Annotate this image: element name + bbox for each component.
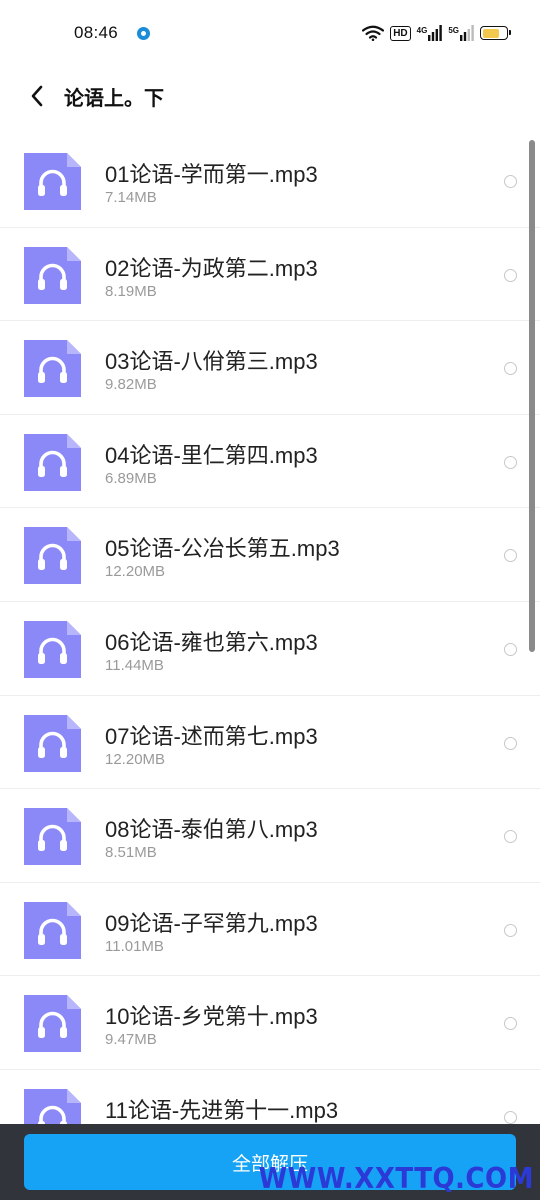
signal-4g-icon: 4G [417, 25, 443, 41]
file-list-item[interactable]: 10论语-乡党第十.mp3 9.47MB [0, 976, 540, 1070]
file-size: 8.19MB [105, 282, 157, 300]
hd-voice-icon: HD [390, 25, 411, 41]
file-size: 7.14MB [105, 189, 157, 206]
headphones-icon [24, 527, 81, 585]
chevron-left-icon [31, 85, 43, 107]
file-name: 02论语-为政第二.mp3 [105, 255, 318, 281]
file-list-item[interactable]: 08论语-泰伯第八.mp3 8.51MB [0, 789, 540, 883]
file-list-item[interactable]: 05论语-公冶长第五.mp3 12.20MB [0, 508, 540, 602]
header: 论语上。下 [0, 66, 540, 126]
file-name: 08论语-泰伯第八.mp3 [105, 817, 318, 843]
file-name: 09论语-子罕第九.mp3 [105, 910, 318, 936]
scrollbar[interactable] [529, 140, 535, 652]
file-list-item[interactable]: 02论语-为政第二.mp3 8.19MB [0, 228, 540, 322]
file-name: 10论语-乡党第十.mp3 [105, 1004, 318, 1030]
headphones-icon [24, 433, 81, 491]
file-name: 05论语-公冶长第五.mp3 [105, 536, 340, 562]
back-button[interactable] [12, 71, 62, 121]
watermark: WWW.XXTTQ.COM [258, 1162, 534, 1196]
signal-5g-icon: 5G [448, 25, 474, 41]
select-radio[interactable] [504, 642, 517, 656]
status-icons: HD 4G 5G [362, 22, 511, 44]
file-name: 11论语-先进第十一.mp3 [105, 1097, 339, 1123]
battery-level [482, 28, 499, 38]
file-list-item[interactable]: 06论语-雍也第六.mp3 11.44MB [0, 602, 540, 696]
file-name: 04论语-里仁第四.mp3 [105, 442, 318, 468]
select-radio[interactable] [504, 268, 517, 282]
headphones-icon [24, 246, 81, 304]
select-radio[interactable] [504, 923, 517, 937]
network-type-label: 4G [416, 26, 428, 35]
file-size: 11.01MB [105, 937, 164, 955]
file-list-item[interactable]: 09论语-子罕第九.mp3 11.01MB [0, 883, 540, 977]
headphones-icon [24, 620, 81, 678]
headphones-icon [24, 995, 81, 1053]
file-name: 01论语-学而第一.mp3 [105, 162, 318, 187]
file-size: 12.20MB [105, 750, 166, 768]
file-size: 12.20MB [105, 563, 166, 581]
file-list-item[interactable]: 01论语-学而第一.mp3 7.14MB [0, 134, 540, 228]
select-radio[interactable] [504, 549, 517, 563]
file-size: 9.82MB [105, 376, 157, 394]
select-radio[interactable] [504, 362, 517, 376]
network-type-label: 5G [448, 26, 459, 35]
page-title: 论语上。下 [64, 87, 164, 110]
notification-dot-icon [137, 27, 150, 40]
file-list-item[interactable]: 07论语-述而第七.mp3 12.20MB [0, 696, 540, 790]
wifi-icon [362, 25, 385, 41]
file-size: 9.47MB [105, 1031, 157, 1049]
file-size: 6.89MB [105, 469, 157, 487]
file-list-item[interactable]: 03论语-八佾第三.mp3 9.82MB [0, 321, 540, 415]
file-name: 06论语-雍也第六.mp3 [105, 629, 318, 655]
select-radio[interactable] [504, 175, 517, 188]
headphones-icon [24, 1088, 81, 1124]
file-size: 11.44MB [105, 656, 164, 674]
file-list-item[interactable]: 04论语-里仁第四.mp3 6.89MB [0, 415, 540, 509]
battery-icon [480, 26, 511, 40]
status-time: 08:46 [74, 23, 119, 42]
file-name: 03论语-八佾第三.mp3 [105, 349, 318, 375]
select-radio[interactable] [504, 455, 517, 469]
headphones-icon [24, 808, 81, 866]
file-name: 07论语-述而第七.mp3 [105, 723, 318, 749]
headphones-icon [24, 714, 81, 772]
select-radio[interactable] [504, 1017, 517, 1031]
headphones-icon [24, 340, 81, 398]
status-bar: 08:46 HD 4G 5G [0, 0, 540, 66]
file-list[interactable]: 01论语-学而第一.mp3 7.14MB 02论语-为政第二.mp3 8.19M… [0, 134, 540, 1124]
file-size: 8.51MB [105, 844, 157, 862]
select-radio[interactable] [504, 1110, 517, 1124]
bottom-bar: 全部解压 WWW.XXTTQ.COM [0, 1124, 540, 1200]
select-radio[interactable] [504, 736, 517, 750]
headphones-icon [24, 901, 81, 959]
select-radio[interactable] [504, 830, 517, 844]
headphones-icon [24, 153, 81, 210]
file-list-item[interactable]: 11论语-先进第十一.mp3 [0, 1070, 540, 1124]
